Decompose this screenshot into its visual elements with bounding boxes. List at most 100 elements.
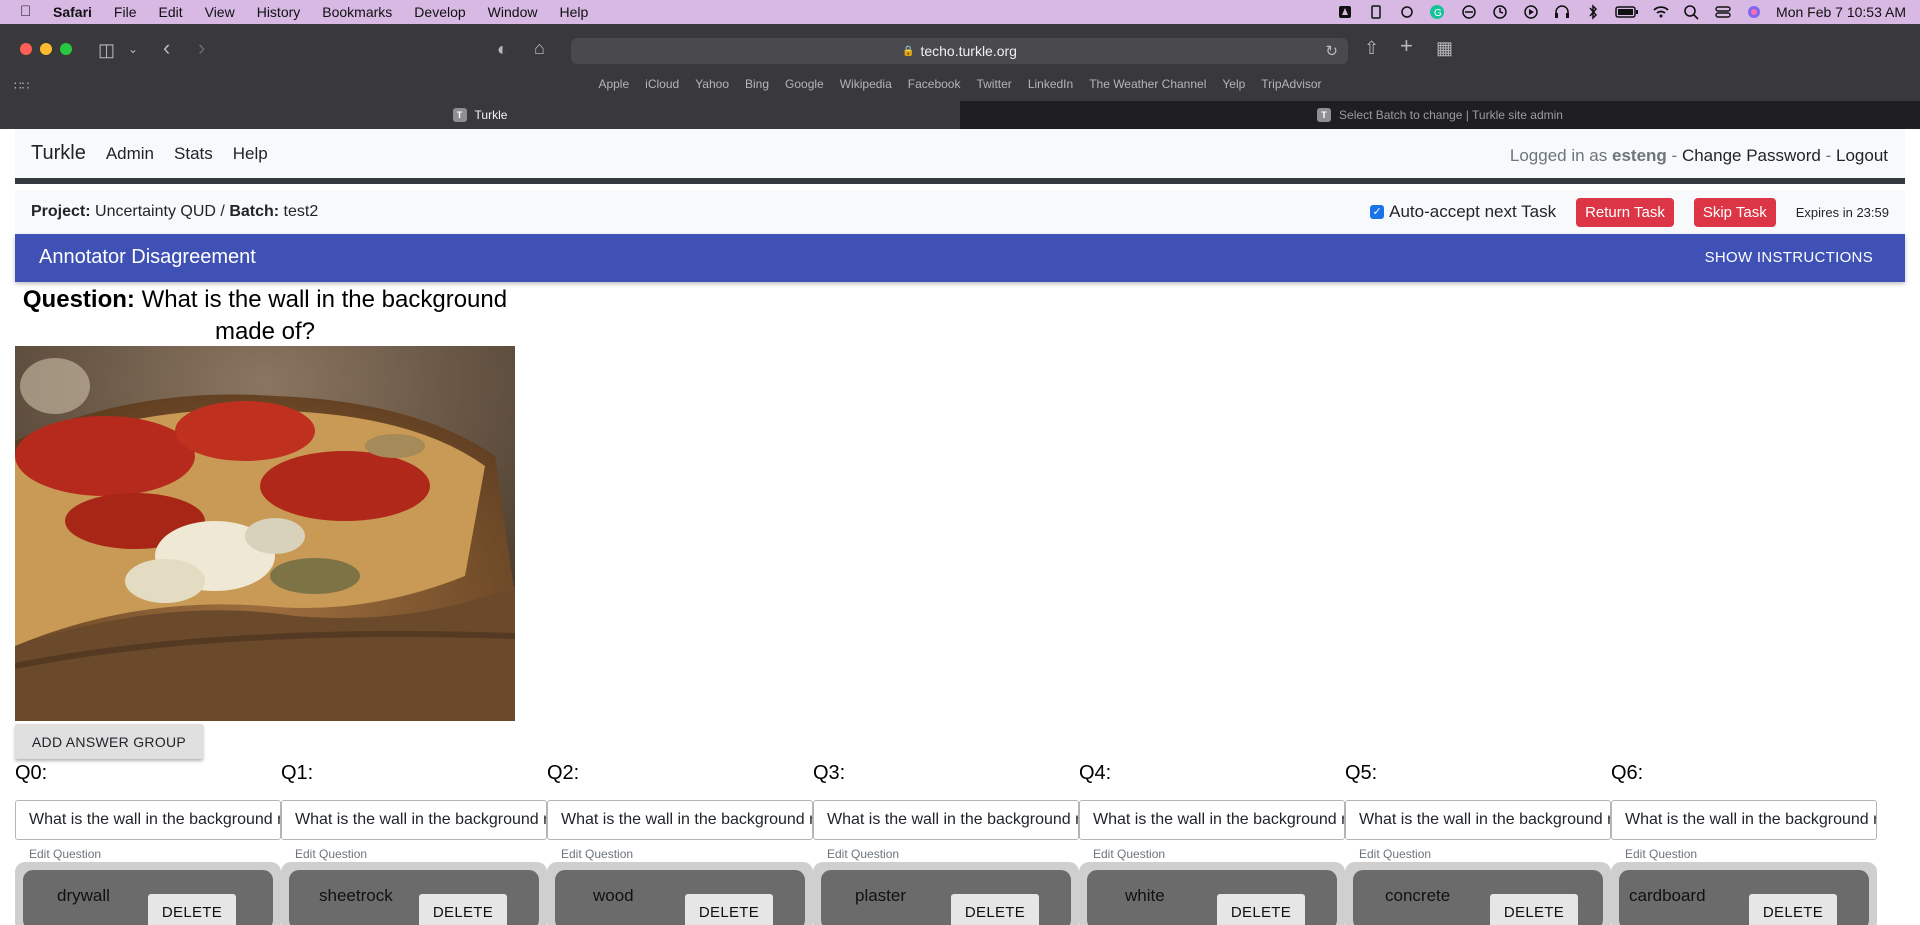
menu-help[interactable]: Help (559, 4, 588, 20)
logout-link[interactable]: Logout (1836, 146, 1888, 165)
siri-icon[interactable] (1745, 4, 1763, 20)
reload-icon[interactable]: ↻ (1325, 42, 1338, 60)
answer-card[interactable]: plaster DELETE (821, 870, 1071, 925)
cloud-icon[interactable] (1398, 4, 1416, 20)
question-input[interactable]: What is the wall in the background made … (1345, 800, 1611, 840)
apple-menu-icon[interactable]:  (20, 4, 34, 20)
skip-task-button[interactable]: Skip Task (1693, 197, 1776, 227)
question-input[interactable]: What is the wall in the background made … (547, 800, 813, 840)
clipboard-icon[interactable] (1367, 4, 1385, 20)
favorite-apple[interactable]: Apple (598, 77, 629, 97)
separator: - (1825, 146, 1832, 165)
expires-timer: Expires in 23:59 (1795, 204, 1889, 220)
tab-site-admin[interactable]: T Select Batch to change | Turkle site a… (960, 101, 1920, 129)
answer-card[interactable]: cardboard DELETE (1619, 870, 1869, 925)
svg-text:G: G (1434, 8, 1442, 19)
tab-overview-icon[interactable]: ▦ (1436, 38, 1453, 58)
answer-card[interactable]: wood DELETE (555, 870, 805, 925)
grammarly-icon[interactable]: G (1429, 4, 1447, 20)
home-icon[interactable]: ⌂ (534, 38, 545, 58)
question-input[interactable]: What is the wall in the background made … (281, 800, 547, 840)
answer-card[interactable]: sheetrock DELETE (289, 870, 539, 925)
minimize-window-button[interactable] (40, 43, 52, 55)
time-machine-icon[interactable] (1491, 4, 1509, 20)
return-task-button[interactable]: Return Task (1576, 197, 1674, 227)
answer-card[interactable]: white DELETE (1087, 870, 1337, 925)
question-input[interactable]: What is the wall in the background made … (813, 800, 1079, 840)
edit-question-link[interactable]: Edit Question (1625, 847, 1697, 861)
nav-help[interactable]: Help (233, 144, 268, 164)
favorite-weather-channel[interactable]: The Weather Channel (1089, 77, 1206, 97)
zoom-window-button[interactable] (60, 43, 72, 55)
answer-text: white (1125, 886, 1165, 905)
delete-answer-button[interactable]: DELETE (419, 894, 507, 925)
edit-question-link[interactable]: Edit Question (1093, 847, 1165, 861)
edit-question-link[interactable]: Edit Question (1359, 847, 1431, 861)
edit-question-link[interactable]: Edit Question (29, 847, 101, 861)
favorite-icloud[interactable]: iCloud (645, 77, 679, 97)
favorite-tripadvisor[interactable]: TripAdvisor (1261, 77, 1321, 97)
delete-answer-button[interactable]: DELETE (951, 894, 1039, 925)
slash: / (220, 203, 225, 220)
privacy-shield-icon[interactable]: ◐ (497, 39, 508, 59)
favorite-wikipedia[interactable]: Wikipedia (840, 77, 892, 97)
bluetooth-icon[interactable] (1584, 4, 1602, 20)
delete-answer-button[interactable]: DELETE (1490, 894, 1578, 925)
share-icon[interactable]: ⇧ (1364, 38, 1379, 58)
favorite-bing[interactable]: Bing (745, 77, 769, 97)
menu-bookmarks[interactable]: Bookmarks (322, 4, 392, 20)
menu-file[interactable]: File (114, 4, 137, 20)
brand-link[interactable]: Turkle (31, 142, 86, 165)
project-info: Project: Uncertainty QUD / Batch: test2 (31, 203, 318, 221)
edit-question-link[interactable]: Edit Question (561, 847, 633, 861)
control-center-icon[interactable] (1714, 4, 1732, 20)
edit-question-link[interactable]: Edit Question (827, 847, 899, 861)
menu-develop[interactable]: Develop (414, 4, 465, 20)
drive-icon[interactable] (1336, 4, 1354, 20)
change-password-link[interactable]: Change Password (1682, 146, 1821, 165)
question-input[interactable]: What is the wall in the background made … (1079, 800, 1345, 840)
delete-answer-button[interactable]: DELETE (1749, 894, 1837, 925)
add-answer-group-button[interactable]: ADD ANSWER GROUP (15, 724, 203, 759)
menu-window[interactable]: Window (488, 4, 538, 20)
headphones-icon[interactable] (1553, 4, 1571, 20)
user-box: Logged in as esteng - Change Password - … (1510, 146, 1888, 166)
menu-history[interactable]: History (257, 4, 301, 20)
favorite-yelp[interactable]: Yelp (1222, 77, 1245, 97)
wifi-icon[interactable] (1652, 4, 1670, 20)
answer-group: white DELETE (1079, 862, 1345, 925)
address-bar[interactable]: 🔒 techo.turkle.org ↻ (571, 38, 1348, 64)
vpn-icon[interactable] (1460, 4, 1478, 20)
delete-answer-button[interactable]: DELETE (1217, 894, 1305, 925)
close-window-button[interactable] (20, 43, 32, 55)
nav-stats[interactable]: Stats (174, 144, 213, 164)
tab-turkle[interactable]: T Turkle (0, 101, 960, 129)
answer-card[interactable]: drywall DELETE (23, 870, 273, 925)
question-input[interactable]: What is the wall in the background made … (1611, 800, 1877, 840)
delete-answer-button[interactable]: DELETE (148, 894, 236, 925)
favorite-facebook[interactable]: Facebook (908, 77, 961, 97)
play-icon[interactable] (1522, 4, 1540, 20)
chevron-down-icon[interactable]: ⌄ (128, 39, 138, 59)
delete-answer-button[interactable]: DELETE (685, 894, 773, 925)
favorite-google[interactable]: Google (785, 77, 824, 97)
menu-view[interactable]: View (205, 4, 235, 20)
favorite-yahoo[interactable]: Yahoo (695, 77, 729, 97)
menu-edit[interactable]: Edit (158, 4, 182, 20)
favorite-linkedin[interactable]: LinkedIn (1028, 77, 1073, 97)
auto-accept-checkbox[interactable]: ✓ (1370, 205, 1385, 219)
menubar-clock[interactable]: Mon Feb 7 10:53 AM (1776, 4, 1906, 20)
favorite-twitter[interactable]: Twitter (976, 77, 1011, 97)
nav-admin[interactable]: Admin (106, 144, 154, 164)
new-tab-icon[interactable]: + (1400, 35, 1413, 57)
menu-app-safari[interactable]: Safari (53, 4, 92, 20)
battery-icon[interactable] (1615, 4, 1639, 20)
question-input[interactable]: What is the wall in the background made … (15, 800, 281, 840)
answer-card[interactable]: concrete DELETE (1353, 870, 1603, 925)
show-instructions-button[interactable]: SHOW INSTRUCTIONS (1705, 249, 1873, 266)
auto-accept-label[interactable]: Auto-accept next Task (1389, 202, 1556, 222)
spotlight-search-icon[interactable] (1683, 4, 1701, 20)
edit-question-link[interactable]: Edit Question (295, 847, 367, 861)
back-icon[interactable]: ‹ (163, 37, 170, 59)
sidebar-icon[interactable]: ◫ (98, 40, 115, 60)
